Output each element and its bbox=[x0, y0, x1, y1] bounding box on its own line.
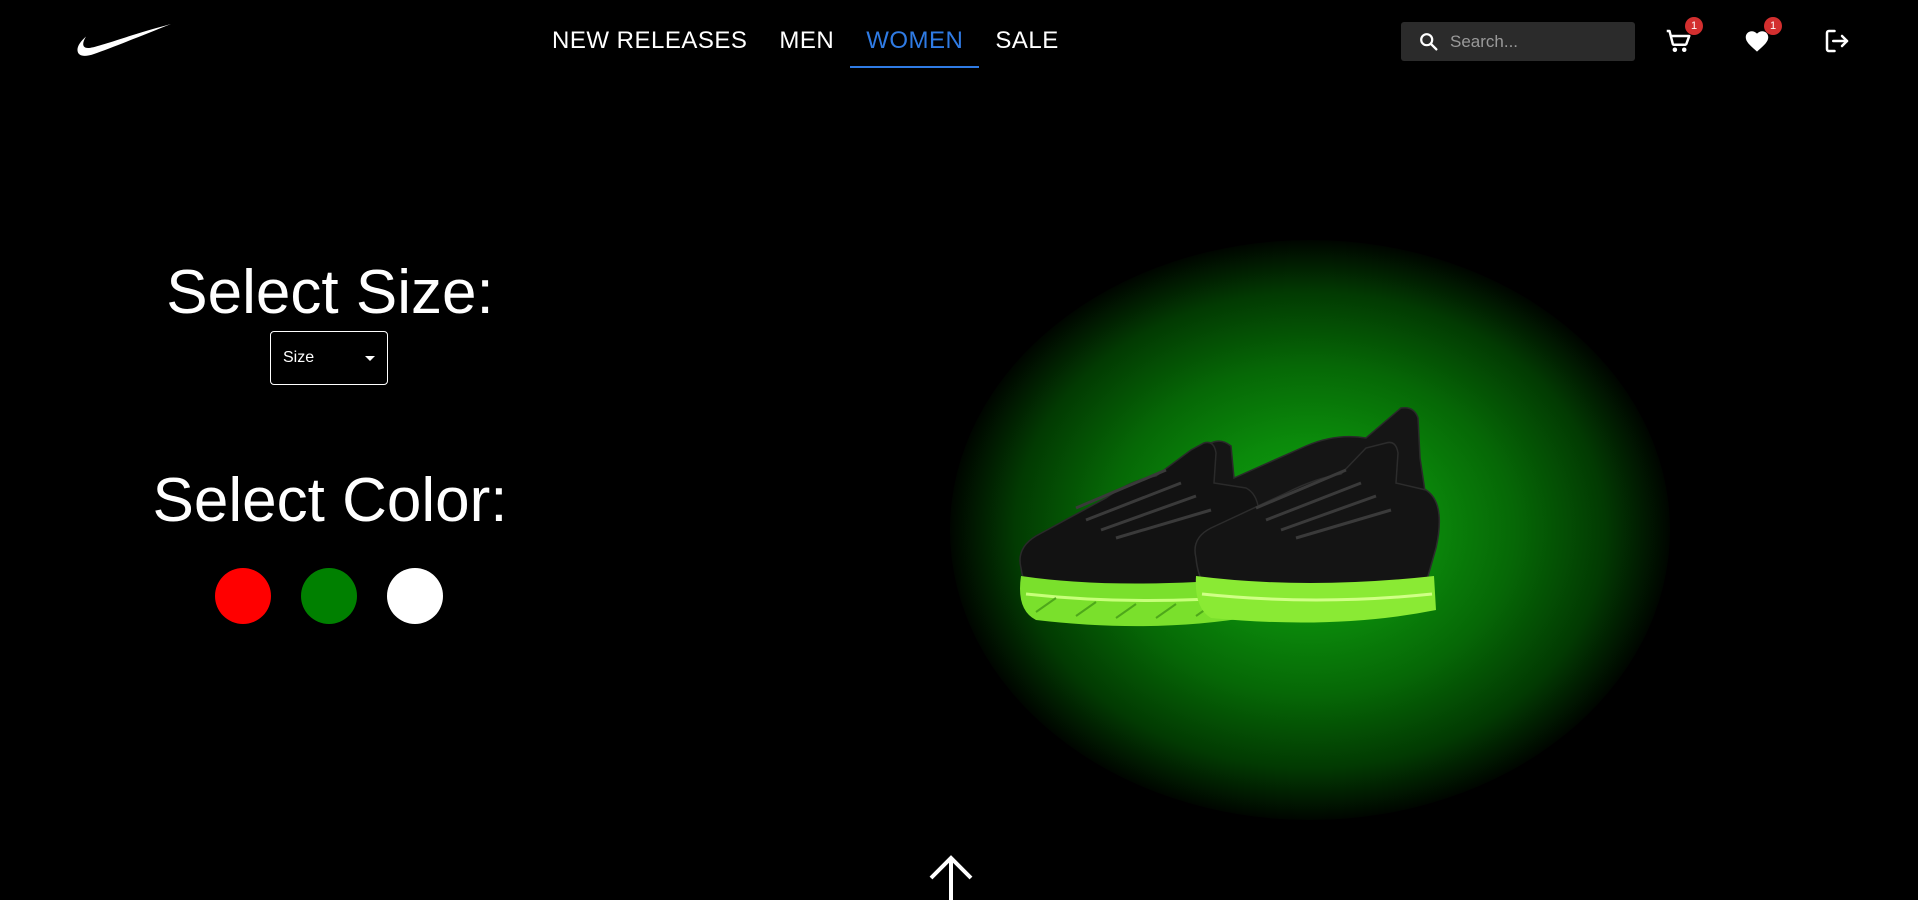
top-nav-bar: NEW RELEASES MEN WOMEN SALE 1 1 bbox=[0, 0, 1918, 82]
color-swatches bbox=[215, 568, 443, 624]
search-icon[interactable] bbox=[1418, 31, 1440, 53]
product-page: NEW RELEASES MEN WOMEN SALE 1 1 bbox=[0, 0, 1918, 900]
size-dropdown[interactable]: Size bbox=[270, 331, 388, 385]
dropdown-caret-icon bbox=[365, 355, 375, 361]
search-box bbox=[1401, 22, 1635, 61]
logout-button[interactable] bbox=[1822, 26, 1852, 56]
search-input[interactable] bbox=[1448, 30, 1632, 53]
color-section: Select Color: bbox=[100, 470, 560, 532]
nav-men[interactable]: MEN bbox=[763, 0, 850, 82]
size-heading: Select Size: bbox=[166, 258, 494, 327]
nav-women[interactable]: WOMEN bbox=[850, 0, 980, 82]
main-nav: NEW RELEASES MEN WOMEN SALE bbox=[536, 0, 1075, 82]
nav-new-releases[interactable]: NEW RELEASES bbox=[536, 0, 763, 82]
nav-sale[interactable]: SALE bbox=[979, 0, 1074, 82]
favorites-button[interactable]: 1 bbox=[1742, 17, 1782, 56]
size-section: Select Size: bbox=[100, 262, 560, 324]
favorites-badge: 1 bbox=[1764, 17, 1782, 35]
logout-icon bbox=[1825, 29, 1849, 53]
size-dropdown-value: Size bbox=[283, 349, 315, 366]
cart-badge: 1 bbox=[1685, 17, 1703, 35]
arrow-up-icon[interactable] bbox=[926, 854, 976, 900]
color-swatch-green[interactable] bbox=[301, 568, 357, 624]
color-swatch-red[interactable] bbox=[215, 568, 271, 624]
color-swatch-white[interactable] bbox=[387, 568, 443, 624]
color-heading: Select Color: bbox=[152, 466, 508, 535]
sneaker-image bbox=[1019, 406, 1441, 627]
cart-button[interactable]: 1 bbox=[1663, 17, 1703, 56]
nike-swoosh-icon[interactable] bbox=[76, 22, 172, 60]
